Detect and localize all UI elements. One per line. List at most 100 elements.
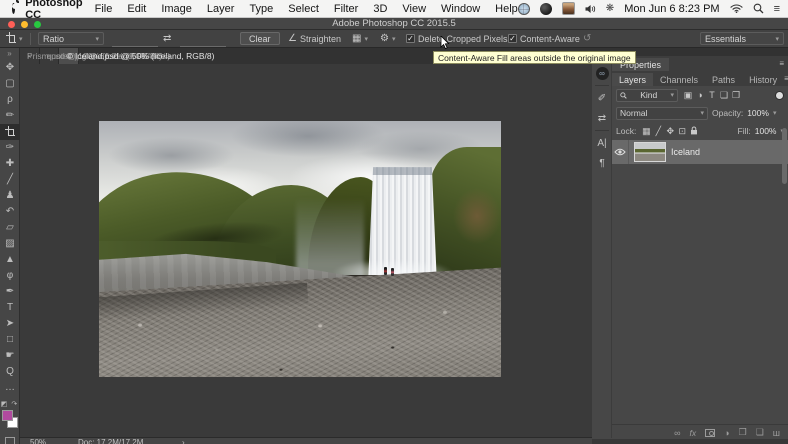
layer-filter-toggle[interactable] [775,91,784,100]
history-brush-tool[interactable]: ↶ [0,204,20,220]
move-tool[interactable]: ✥ [0,60,20,76]
filter-pixel-layers-icon[interactable]: ▣ [682,90,694,101]
menu-help[interactable]: Help [495,3,518,15]
layer-visibility-toggle[interactable] [612,140,629,164]
tool-preset-picker[interactable]: ▾ [6,34,23,44]
gradient-tool[interactable]: ▨ [0,236,20,252]
menu-select[interactable]: Select [288,3,319,15]
foreground-color-swatch[interactable] [2,410,13,421]
status-chevron-icon[interactable]: › [182,438,185,444]
fan-menu-icon[interactable]: ❋ [606,3,614,14]
filter-smart-objects-icon[interactable]: ❐ [730,90,742,101]
add-layer-mask-icon[interactable] [705,429,715,437]
opacity-value[interactable]: 100% [747,108,769,118]
crop-width-input[interactable] [112,36,158,47]
lock-transparent-pixels-icon[interactable]: ▦ [640,126,652,137]
lock-all-icon[interactable] [688,126,700,137]
delete-cropped-pixels-checkbox[interactable]: ✓ Delete Cropped Pixels [406,34,508,44]
panel-menu-icon[interactable]: ≡ [779,59,784,68]
eyedropper-tool[interactable]: ✑ [0,140,20,156]
lock-artboard-icon[interactable]: ⊡ [676,126,688,137]
wifi-icon[interactable] [730,4,743,13]
color-swatches[interactable] [2,410,20,430]
brushes-panel[interactable]: ✐ [592,88,612,108]
globe-status-icon[interactable] [518,3,530,15]
character-panel[interactable]: A| [592,133,612,153]
filter-type-layers-icon[interactable]: T [706,90,718,101]
path-selection-tool[interactable]: ➤ [0,316,20,332]
notification-center-icon[interactable]: ≡ [774,3,780,15]
panel-menu-icon[interactable]: ≡ [784,74,788,83]
zoom-tool[interactable]: Q [0,364,20,380]
canvas-area[interactable]: 50% Doc: 17.2M/17.2M › [20,64,592,444]
menu-window[interactable]: Window [441,3,480,15]
chevron-down-icon[interactable]: ▾ [773,109,777,117]
volume-icon[interactable] [585,4,596,14]
layer-row-iceland[interactable]: Iceland [612,140,788,164]
tab-layers[interactable]: Layers [612,73,653,86]
shape-tool[interactable]: □ [0,332,20,348]
clone-source-panel[interactable]: ⇄ [592,108,612,128]
clear-button[interactable]: Clear [240,32,280,45]
straighten-button[interactable]: ∠ Straighten [288,33,341,44]
creative-cloud-panel[interactable]: ∞ [592,63,612,83]
swatch-controls[interactable]: ◩ ↷ [0,400,19,408]
menu-clock[interactable]: Mon Jun 6 8:23 PM [624,3,719,15]
spotlight-search-icon[interactable] [753,3,764,14]
filter-shape-layers-icon[interactable]: ❏ [718,90,730,101]
menu-3d[interactable]: 3D [373,3,387,15]
clone-stamp-tool[interactable]: ♟ [0,188,20,204]
new-group-icon[interactable]: ❒ [739,427,747,438]
menu-layer[interactable]: Layer [207,3,235,15]
layer-thumbnail[interactable] [634,142,666,162]
filter-adjustment-layers-icon[interactable]: ◑ [694,90,706,101]
collapse-toolbar-button[interactable]: » [0,49,19,58]
spot-healing-tool[interactable]: ✚ [0,156,20,172]
tab-history[interactable]: History [742,73,784,86]
menu-file[interactable]: File [95,3,113,15]
lock-image-pixels-icon[interactable]: ╱ [652,126,664,137]
menu-view[interactable]: View [402,3,426,15]
menu-filter[interactable]: Filter [334,3,358,15]
content-aware-checkbox[interactable]: ✓ Content-Aware [508,34,580,44]
crop-overlay-options[interactable]: ▦▾ [352,33,368,44]
screen-mode-button[interactable] [5,437,15,444]
marquee-tool[interactable]: ▢ [0,76,20,92]
link-layers-icon[interactable]: ∞ [674,428,680,438]
quick-selection-tool[interactable]: ✏ [0,108,20,124]
layer-style-icon[interactable]: fx [690,428,697,438]
paragraph-panel[interactable]: ¶ [592,153,612,173]
panel-scrollbar[interactable] [782,128,787,184]
hand-tool[interactable]: ☛ [0,348,20,364]
crop-settings-button[interactable]: ⚙▾ [380,33,395,44]
workspace-switcher[interactable]: Essentials▾ [700,32,784,45]
new-adjustment-layer-icon[interactable]: ◑ [724,428,729,438]
edit-toolbar[interactable]: … [0,380,20,396]
apple-menu-icon[interactable] [12,3,15,14]
document-tab-1[interactable]: ×Prism.psd @ 100% (Iceland, RGB/8#) [20,48,40,64]
crop-tool[interactable] [0,124,20,140]
crop-ratio-select[interactable]: Ratio▾ [38,32,104,45]
reset-crop-icon[interactable]: ↺ [583,33,591,44]
blend-mode-select[interactable]: Normal ▾ [616,107,708,120]
dodge-tool[interactable]: φ [0,268,20,284]
user-avatar-icon[interactable] [562,2,575,15]
menu-edit[interactable]: Edit [127,3,146,15]
tab-channels[interactable]: Channels [653,73,705,86]
iceland-photo[interactable] [99,121,501,377]
menu-type[interactable]: Type [249,3,273,15]
fill-value[interactable]: 100% [755,126,777,136]
eraser-tool[interactable]: ▱ [0,220,20,236]
zoom-level[interactable]: 50% [30,438,46,444]
crop-height-input[interactable] [180,36,226,47]
menu-image[interactable]: Image [161,3,192,15]
swap-dimensions-icon[interactable]: ⇄ [163,33,171,44]
blur-tool[interactable]: ▲ [0,252,20,268]
pen-tool[interactable]: ✒ [0,284,20,300]
layer-filter-kind-select[interactable]: Kind ▾ [616,89,678,102]
lasso-tool[interactable]: ρ [0,92,20,108]
brush-tool[interactable]: ╱ [0,172,20,188]
lock-position-icon[interactable]: ✥ [664,126,676,137]
delete-layer-icon[interactable]: ш [773,428,780,438]
new-layer-icon[interactable]: ❏ [756,427,764,438]
